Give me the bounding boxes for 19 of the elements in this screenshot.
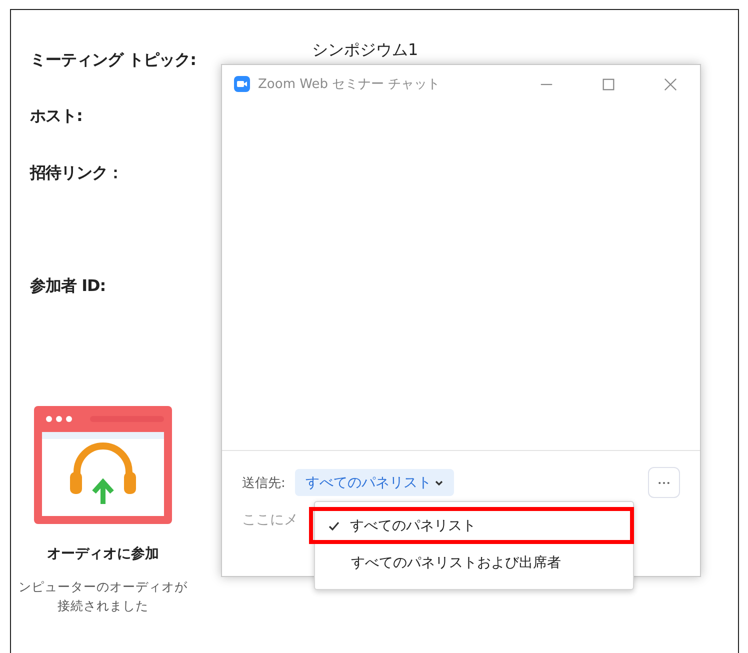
field-label: 参加者 ID:	[30, 276, 107, 297]
camera-icon	[234, 76, 250, 92]
field-label: ホスト:	[30, 106, 84, 127]
maximize-icon[interactable]	[601, 76, 616, 92]
field-value: シンポジウム1	[312, 40, 418, 61]
audio-label: オーディオに参加	[47, 545, 159, 563]
check-icon	[328, 520, 340, 532]
menu-item[interactable]: すべてのパネリスト	[309, 507, 634, 544]
send-to-label: 送信先:	[242, 474, 286, 492]
field-label: ミーティング トピック:	[30, 50, 197, 71]
more-icon	[657, 480, 671, 484]
close-icon[interactable]	[663, 76, 678, 92]
headphones-icon[interactable]	[34, 406, 172, 526]
menu-item[interactable]: すべてのパネリストおよび出席者	[315, 544, 633, 581]
audio-status: ンピューターのオーディオが	[18, 578, 188, 596]
audio-status: 接続されました	[58, 597, 148, 615]
field-label: 招待リンク：	[30, 163, 124, 184]
window-title: Zoom Web セミナー チャット	[258, 76, 440, 93]
recipient-dropdown[interactable]: すべてのパネリスト	[295, 469, 454, 496]
